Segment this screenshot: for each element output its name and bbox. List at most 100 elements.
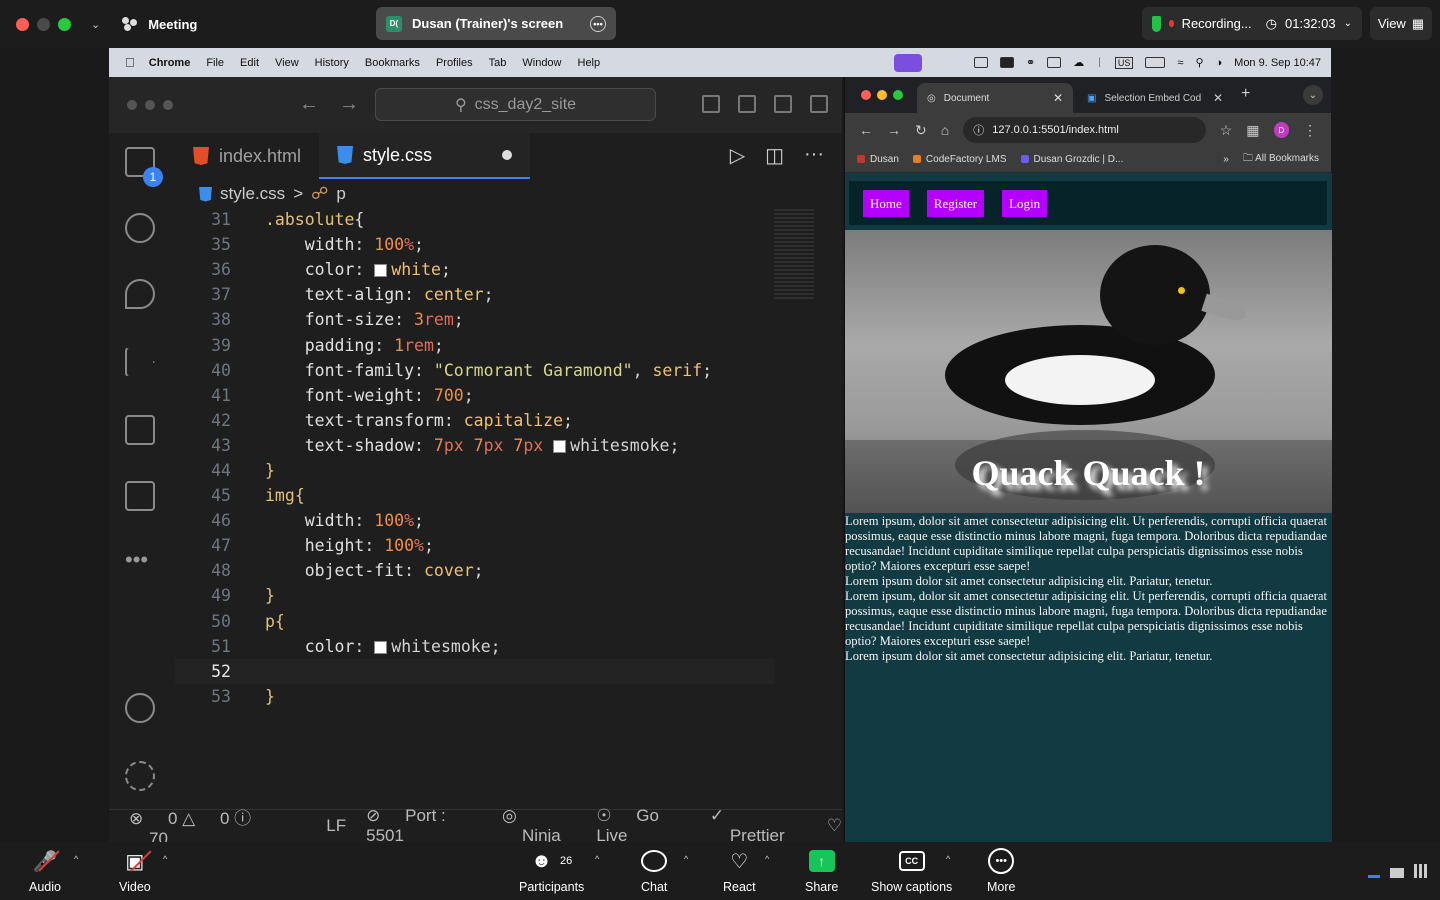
control-center-icon[interactable]: ◑ [1216, 57, 1223, 69]
keyboard-input-icon[interactable]: US [1114, 56, 1134, 69]
unsaved-dot-icon[interactable] [502, 150, 513, 160]
close-tab-icon[interactable]: ✕ [1213, 91, 1223, 105]
menu-help[interactable]: Help [578, 57, 601, 69]
video-options-caret[interactable]: ^ [163, 854, 167, 864]
more-bookmarks-icon[interactable]: » [1223, 154, 1229, 165]
react-button[interactable]: ♡ React [723, 846, 756, 895]
minimize-window-button[interactable] [877, 90, 887, 100]
explorer-icon[interactable]: 1 [125, 147, 163, 187]
source-control-icon[interactable] [125, 279, 159, 313]
all-bookmarks-folder[interactable]: 🗀 All Bookmarks [1243, 151, 1319, 168]
maximize-window-button[interactable] [58, 17, 71, 31]
extensions-icon[interactable] [125, 415, 159, 449]
more-views-icon[interactable]: ••• [125, 547, 159, 581]
ninja-status[interactable]: ◎ Ninja [502, 806, 576, 846]
menu-profiles[interactable]: Profiles [436, 57, 473, 69]
audio-button[interactable]: 🎤 Audio [29, 846, 61, 895]
accounts-icon[interactable] [125, 693, 159, 727]
menu-bookmarks[interactable]: Bookmarks [365, 57, 420, 69]
menu-window[interactable]: Window [522, 57, 561, 69]
code-editor[interactable]: 31 .absolute{ 35 width: 100%; 36 color: w… [175, 207, 775, 709]
address-bar[interactable]: ⓘ 127.0.0.1:5501/index.html [963, 117, 1206, 143]
menu-edit[interactable]: Edit [240, 57, 259, 69]
browser-tab-selection-embed[interactable]: ▣ Selection Embed Cod ✕ [1077, 83, 1233, 113]
extensions-icon[interactable]: ▦ [1246, 122, 1259, 139]
site-info-icon[interactable]: ⓘ [973, 122, 984, 138]
minimap[interactable] [774, 209, 814, 299]
screen-share-icon[interactable] [894, 53, 923, 72]
bookmark-dusan-grozdic[interactable]: Dusan Grozdic | D... [1020, 154, 1123, 165]
more-button[interactable]: ••• More [987, 846, 1015, 894]
audio-options-caret[interactable]: ^ [74, 854, 78, 864]
menu-tab[interactable]: Tab [489, 57, 507, 69]
chrome-menu-icon[interactable]: ⋮ [1303, 122, 1317, 139]
go-live-button[interactable]: ☉ Go Live [596, 806, 690, 846]
bluetooth-icon[interactable]: ᛁ [1096, 57, 1103, 69]
profile-avatar[interactable]: D [1273, 122, 1289, 138]
speaker-view-icon[interactable] [1390, 868, 1404, 878]
command-center-search[interactable]: ⚲ css_day2_site [375, 88, 656, 121]
close-window-button[interactable] [16, 17, 29, 31]
meeting-menu[interactable]: Meeting [122, 17, 197, 32]
forward-arrow-icon[interactable]: → [339, 93, 359, 116]
reload-icon[interactable]: ↻ [915, 122, 927, 139]
menu-app-name[interactable]: Chrome [149, 57, 191, 69]
tab-index-html[interactable]: index.html [175, 133, 319, 179]
participants-button[interactable]: ☻ 26 Participants [519, 846, 584, 895]
nav-home-link[interactable]: Home [863, 189, 909, 217]
menu-view[interactable]: View [275, 57, 299, 69]
menu-history[interactable]: History [315, 57, 349, 69]
apple-icon[interactable]:  [125, 55, 135, 70]
tab-search-icon[interactable]: ⌄ [1303, 85, 1323, 105]
run-debug-icon[interactable] [125, 347, 159, 381]
settings-gear-icon[interactable] [125, 761, 159, 795]
bookmark-star-icon[interactable]: ☆ [1220, 122, 1233, 139]
port-status[interactable]: ⊘ Port : 5501 [366, 806, 482, 846]
menu-datetime[interactable]: Mon 9. Sep 10:47 [1234, 57, 1321, 69]
search-icon[interactable] [125, 213, 159, 247]
minimize-view-icon[interactable] [1368, 875, 1380, 878]
close-tab-icon[interactable]: ✕ [1053, 91, 1063, 105]
video-button[interactable]: ▣ Video [119, 846, 151, 895]
toggle-sidebar-icon[interactable] [702, 95, 720, 113]
nav-login-link[interactable]: Login [1002, 189, 1048, 217]
split-editor-icon[interactable]: ◫ [765, 143, 784, 168]
view-button[interactable]: View ▦ [1370, 7, 1432, 40]
eol-status[interactable]: LF [326, 816, 346, 836]
chevron-down-icon[interactable]: ⌄ [91, 18, 100, 31]
share-button[interactable]: ↑ Share [805, 846, 838, 894]
search-icon[interactable]: ⚲ [1195, 56, 1203, 69]
window-icon[interactable] [974, 57, 989, 68]
recording-status[interactable]: Recording... ◷ 01:32:03 ⌄ [1142, 7, 1362, 40]
home-icon[interactable]: ⌂ [941, 122, 949, 138]
headphones-icon[interactable]: ⚭ [1026, 56, 1035, 69]
shared-screen-pill[interactable]: D( Dusan (Trainer)'s screen ••• [376, 7, 616, 40]
nav-register-link[interactable]: Register [926, 189, 985, 217]
app-icon[interactable] [1000, 57, 1015, 68]
react-caret[interactable]: ^ [765, 854, 769, 864]
menu-file[interactable]: File [206, 57, 224, 69]
back-arrow-icon[interactable]: ← [299, 93, 319, 116]
forward-arrow-icon[interactable]: → [887, 122, 901, 138]
run-icon[interactable]: ▷ [730, 143, 745, 168]
captions-button[interactable]: CC Show captions [871, 846, 952, 894]
bell-icon[interactable]: ♡ [827, 816, 842, 836]
gallery-view-icon[interactable] [1414, 864, 1428, 878]
remote-explorer-icon[interactable] [125, 481, 159, 515]
more-actions-icon[interactable]: ··· [804, 143, 824, 168]
close-window-button[interactable] [861, 90, 871, 100]
battery-icon[interactable] [1145, 57, 1166, 68]
browser-tab-document[interactable]: ◎ Document ✕ [917, 83, 1073, 113]
participants-caret[interactable]: ^ [595, 854, 599, 864]
customize-layout-icon[interactable] [810, 95, 828, 113]
bookmark-codefactory[interactable]: CodeFactory LMS [912, 154, 1007, 165]
back-arrow-icon[interactable]: ← [859, 122, 873, 138]
tab-style-css[interactable]: style.css [319, 133, 531, 179]
new-tab-button[interactable]: + [1241, 85, 1250, 103]
minimize-window-button[interactable] [37, 17, 50, 31]
bookmark-dusan[interactable]: Dusan [857, 154, 899, 165]
more-options-icon[interactable]: ••• [590, 15, 606, 32]
cloud-icon[interactable]: ☁ [1073, 56, 1084, 69]
chat-button[interactable]: Chat [641, 846, 667, 894]
breadcrumb-file[interactable]: style.css [220, 184, 285, 204]
